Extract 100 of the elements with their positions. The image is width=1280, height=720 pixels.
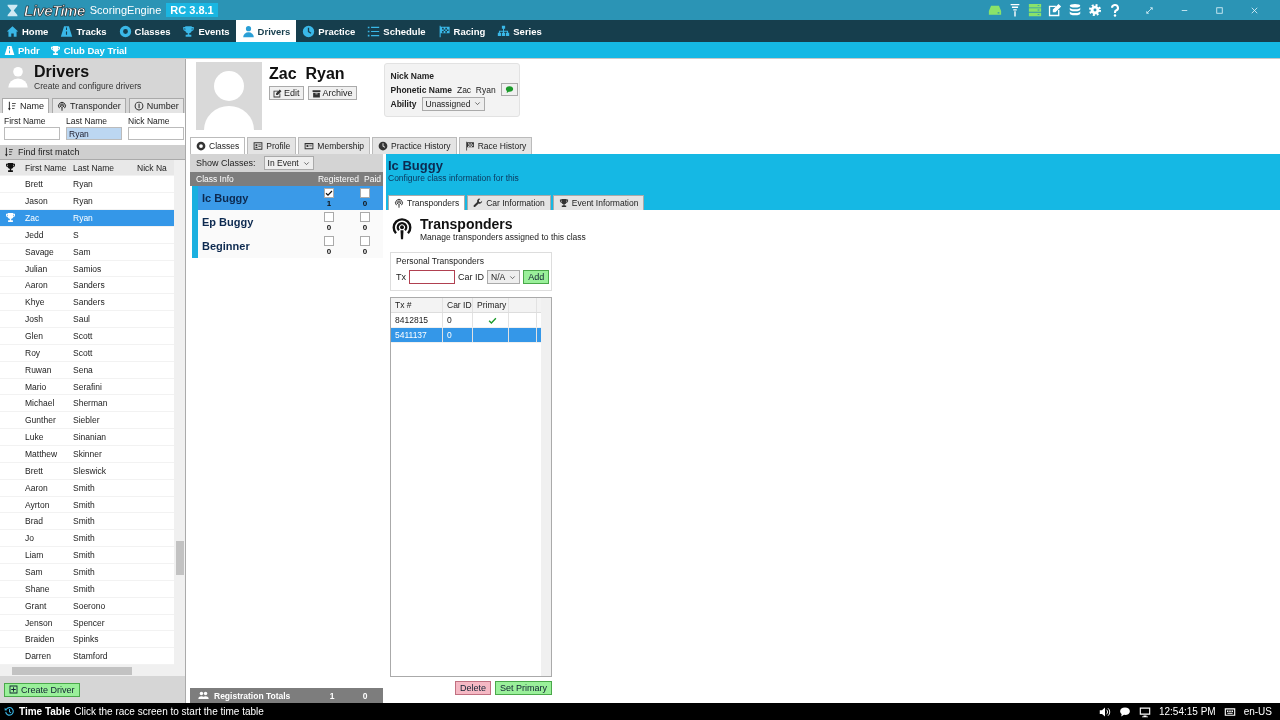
class-row[interactable]: Beginner 0 0 [192,234,383,258]
ability-dropdown[interactable]: Unassigned [421,96,486,111]
column-header[interactable]: Tx # [391,298,443,312]
action-button[interactable]: Archive [307,86,357,100]
caret-icon [509,273,517,281]
table-row[interactable]: Glen Scott [0,328,174,345]
table-row[interactable]: Braiden Spinks [0,631,174,649]
hard-drive-icon[interactable] [988,3,1002,17]
class-filter-dropdown[interactable]: In Event [263,156,314,170]
chat-icon[interactable] [1118,705,1131,718]
count: 0 [326,223,332,232]
nav-tab[interactable]: Practice [296,20,362,42]
table-row[interactable]: Brett Ryan [0,176,174,194]
table-row[interactable]: Aaron Sanders [0,277,174,295]
scrollbar[interactable] [174,160,185,665]
action-button[interactable]: Set Primary [495,681,552,695]
nav-tab[interactable]: Drivers [235,20,297,42]
add-button[interactable]: Add [523,270,550,284]
table-row[interactable]: Grant Soerono [0,597,174,615]
monitor-icon[interactable] [1138,705,1151,718]
table-row[interactable]: Roy Scott [0,344,174,362]
database-icon[interactable] [1068,3,1082,17]
tab[interactable]: Profile [247,137,297,154]
column-header[interactable]: First Name [18,162,68,173]
table-row[interactable]: Luke Sinanian [0,429,174,447]
table-row[interactable]: Julian Samios [0,260,174,278]
scrollbar[interactable] [0,665,185,676]
table-row[interactable]: Shane Smith [0,580,174,598]
table-row[interactable]: Jedd S [0,226,174,244]
checkbox[interactable] [324,236,334,246]
antenna-icon[interactable] [1008,3,1022,17]
table-row[interactable]: Savage Sam [0,243,174,261]
table-row[interactable]: Brett Sleswick [0,462,174,480]
nav-tab[interactable]: Events [176,20,236,42]
class-row[interactable]: Ic Buggy 1 0 [192,186,383,210]
expand-icon[interactable] [1144,4,1155,16]
edit-icon[interactable] [1048,3,1062,17]
nav-tab[interactable]: Racing [431,20,492,42]
keyboard-icon[interactable] [1223,705,1236,718]
tab[interactable]: Car Information [467,195,551,210]
table-row[interactable]: Mario Serafini [0,378,174,396]
status-message: Click the race screen to start the time table [74,706,264,717]
nav-tab[interactable]: Classes [112,20,177,42]
column-header[interactable]: Primary [473,298,509,312]
table-row[interactable]: Josh Saul [0,311,174,328]
column-header[interactable]: Last Name [68,162,132,173]
table-row[interactable]: Jenson Spencer [0,614,174,632]
table-row[interactable]: Michael Sherman [0,395,174,413]
tab[interactable]: Transponders [388,195,466,210]
help-icon[interactable] [1108,3,1122,17]
table-row[interactable]: Ayrton Smith [0,496,174,514]
scrollbar[interactable] [541,298,551,676]
tab[interactable]: Membership [298,137,371,154]
search-field[interactable]: Ryan [66,127,122,140]
table-row[interactable]: Brad Smith [0,513,174,531]
server-icon[interactable] [1028,3,1042,17]
nav-tab[interactable]: Schedule [361,20,432,42]
maximize-icon[interactable] [1214,4,1225,16]
volume-icon[interactable] [1098,705,1111,718]
checkbox[interactable] [360,212,370,222]
table-row[interactable]: Gunther Siebler [0,412,174,430]
search-tab[interactable]: Number [128,98,184,113]
settings-icon[interactable] [1088,3,1102,17]
search-field[interactable] [4,127,60,140]
class-name: Ep Buggy [201,216,255,228]
search-field[interactable] [128,127,184,140]
tx-field[interactable] [409,270,455,284]
table-row[interactable]: Matthew Skinner [0,446,174,463]
action-button[interactable]: Edit [269,86,304,100]
table-row[interactable]: Ruwan Sena [0,361,174,379]
trophy-icon [49,44,61,56]
nav-tab[interactable]: Home [0,20,55,42]
tab[interactable]: Classes [190,137,246,154]
search-tab[interactable]: Transponder [52,98,126,113]
table-row[interactable]: Liam Smith [0,547,174,565]
table-cell-text: Grant [24,600,48,611]
checkbox[interactable] [360,236,370,246]
nav-tab[interactable]: Series [491,20,548,42]
column-header[interactable]: Nick Na [132,162,172,173]
table-row[interactable]: Sam Smith [0,564,174,581]
class-row[interactable]: Ep Buggy 0 0 [192,210,383,234]
search-tab[interactable]: Name [2,98,49,113]
clock-time[interactable]: 12:54:15 PM [1158,706,1216,717]
checkbox[interactable] [324,188,334,198]
column-header[interactable]: Car ID [443,298,473,312]
table-cell-text: Matthew [24,448,59,459]
locale-label[interactable]: en-US [1243,706,1272,717]
action-button[interactable]: Delete [454,681,491,695]
tab[interactable]: Practice History [372,137,457,154]
nav-tab[interactable]: Tracks [54,20,113,42]
tab[interactable]: Race History [458,137,533,154]
table-row[interactable]: Aaron Smith [0,479,174,497]
checkbox[interactable] [324,212,334,222]
checkbox[interactable] [360,188,370,198]
car-id-dropdown[interactable]: N/A [487,270,521,284]
tab[interactable]: Event Information [552,195,645,210]
table-row[interactable]: Jo Smith [0,530,174,548]
create-driver-button[interactable]: Create Driver [4,682,80,697]
table-row[interactable]: Khye Sanders [0,294,174,312]
speak-button[interactable] [500,83,518,96]
